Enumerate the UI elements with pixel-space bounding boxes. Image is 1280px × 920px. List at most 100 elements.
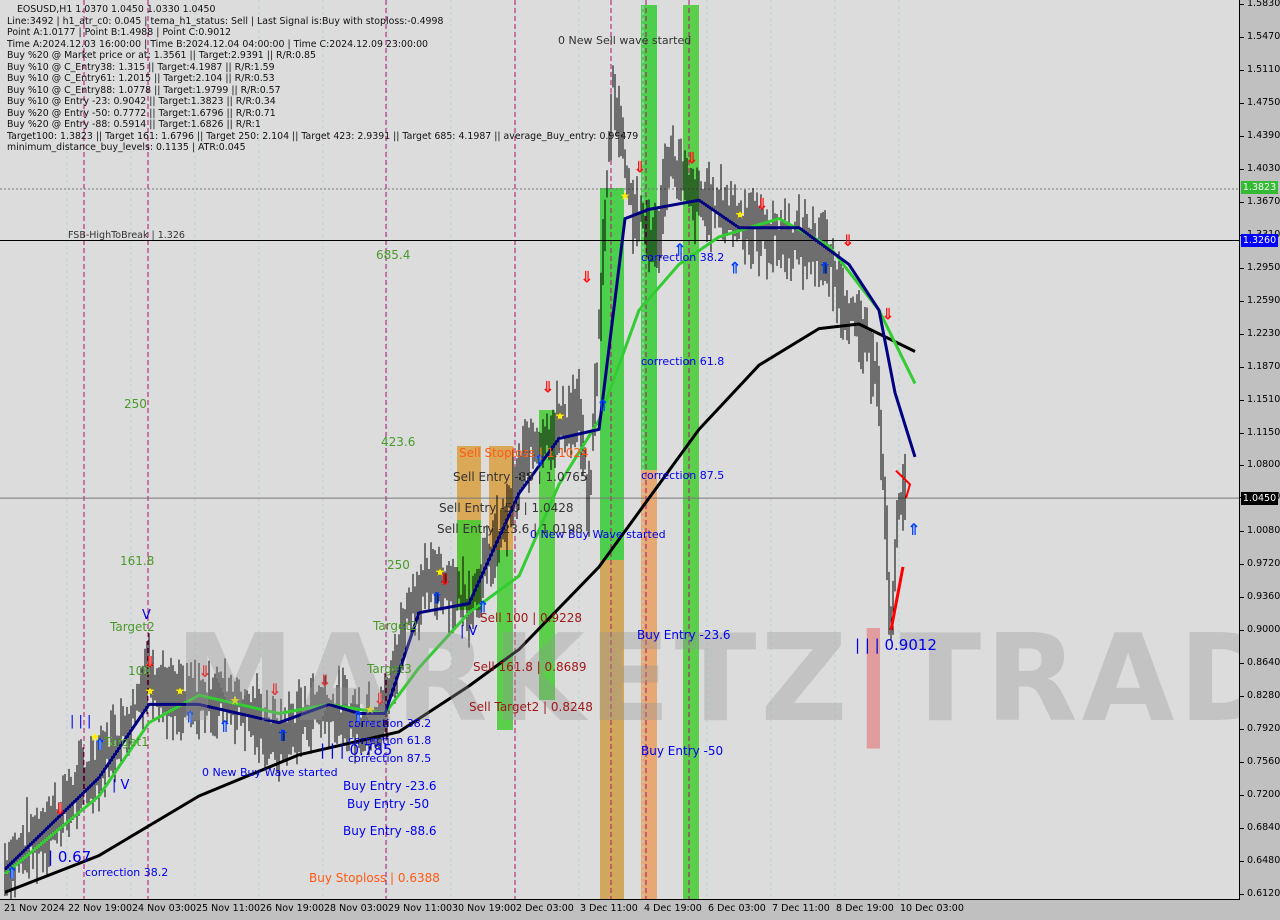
wave-label: V (142, 608, 151, 623)
price-tick: 1.5470 (1239, 30, 1280, 42)
buy-arrow-icon: ⇑ (818, 259, 831, 278)
time-tick: 21 Nov 2024 (4, 903, 65, 914)
info-line: Buy %20 @ Market price or at: 1.3561 || … (7, 50, 316, 61)
info-line: Buy %10 @ Entry -23: 0.9042 || Target:1.… (7, 96, 276, 107)
fsb-price-label: 1.3260 (1241, 234, 1278, 247)
star-icon: ★ (620, 189, 631, 203)
sell-arrow-icon: ⇓ (541, 378, 554, 397)
buy-entry-label: Buy Entry -50 (347, 797, 430, 811)
time-tick: 26 Nov 19:00 (260, 903, 325, 914)
current-price-label: 1.0450 (1241, 492, 1278, 505)
sell-arrow-icon: ⇓ (633, 158, 646, 177)
buy-arrow-icon: ⇑ (430, 589, 443, 608)
wave-label: | | | 0.785 (320, 741, 393, 759)
info-line: Buy %10 @ C_Entry61: 1.2015 || Target:2.… (7, 73, 275, 84)
sell-entry-label: Sell Entry -50 | 1.0428 (439, 501, 574, 515)
wave-label: | 0.67 (48, 848, 92, 866)
price-tick: 1.2230 (1239, 327, 1280, 339)
fib-label: 250 (124, 397, 147, 411)
indicator-info-panel: EOSUSD,H1 1.0370 1.0450 1.0330 1.0450 Li… (7, 4, 638, 154)
info-line: Point A:1.0177 | Point B:1.4988 | Point … (7, 27, 232, 38)
target-price-label: 1.3823 (1241, 181, 1278, 194)
price-tick: 1.5830 (1239, 0, 1280, 9)
buy-entry-label: Buy Entry -23.6 (637, 628, 731, 642)
price-tick: 0.9720 (1239, 558, 1280, 570)
time-tick: 6 Dec 03:00 (708, 903, 766, 914)
price-tick: 1.2590 (1239, 294, 1280, 306)
sell-arrow-icon: ⇓ (580, 268, 593, 287)
price-tick: 0.7920 (1239, 723, 1280, 734)
buy-arrow-icon: ⇑ (596, 396, 609, 415)
fsb-label: FSB-HighToBreak | 1.326 (68, 230, 185, 241)
info-line: Buy %10 @ C_Entry38: 1.315 || Target:4.1… (7, 61, 275, 73)
sell-target-label: Sell Target2 | 0.8248 (469, 700, 593, 714)
fib-label: 250 (387, 558, 410, 572)
price-tick: 1.1870 (1239, 360, 1280, 372)
wave-label: | | | (70, 714, 92, 729)
buy-wave-label: 0 New Buy Wave started (202, 766, 338, 779)
buy-entry-label: Buy Entry -23.6 (343, 779, 437, 793)
fib-label: 685.4 (376, 248, 411, 262)
buy-arrow-icon: ⇑ (728, 259, 741, 278)
symbol-ohlc: EOSUSD,H1 1.0370 1.0450 1.0330 1.0450 (17, 4, 216, 15)
star-icon: ★ (555, 409, 566, 423)
buy-entry-label: Buy Entry -50 (641, 744, 724, 758)
info-line: Time A:2024.12.03 16:00:00 | Time B:2024… (7, 38, 428, 50)
price-tick: 0.6840 (1239, 822, 1280, 833)
target-label: Target3 (367, 662, 412, 676)
info-line: minimum_distance_buy_levels: 0.1135 | AT… (7, 142, 246, 153)
sell-arrow-icon: ⇓ (53, 799, 66, 818)
fib-label: 161.8 (120, 554, 155, 568)
chart-window: MARKETZ|TRADE ⇓⇓⇓⇓⇓⇓⇓⇓⇓⇓⇓⇓⇓⇓⇑⇑⇑⇑⇑⇑⇑⇑⇑⇑⇑⇑… (0, 0, 1280, 920)
wave-label: | V (460, 624, 478, 639)
star-icon: ★ (735, 208, 746, 222)
time-tick: 8 Dec 19:00 (836, 903, 894, 914)
correction-label: correction 38.2 (348, 717, 432, 730)
fib-label: 423.6 (381, 435, 416, 449)
info-line: Buy %10 @ C_Entry88: 1.0778 || Target:1.… (7, 84, 281, 96)
target-label: Target2 (373, 619, 418, 633)
correction-label: correction 38.2 (85, 866, 169, 879)
star-icon: ★ (435, 565, 446, 579)
price-tick: 1.4390 (1239, 129, 1280, 141)
chart-plot-area[interactable]: MARKETZ|TRADE ⇓⇓⇓⇓⇓⇓⇓⇓⇓⇓⇓⇓⇓⇓⇑⇑⇑⇑⇑⇑⇑⇑⇑⇑⇑⇑… (0, 0, 1240, 900)
buy-stoploss-label: Buy Stoploss | 0.6388 (309, 871, 440, 885)
sell-entry-label: Sell Entry -88 | 1.0765 (453, 470, 588, 484)
info-line: Buy %20 @ Entry -88: 0.5914 || Target:1.… (7, 119, 261, 130)
price-tick: 0.9360 (1239, 591, 1280, 603)
sell-arrow-icon: ⇓ (881, 304, 894, 323)
time-tick: 22 Nov 19:00 (68, 903, 133, 914)
sell-arrow-icon: ⇓ (841, 231, 854, 250)
wave-label: | | | 0.9012 (855, 636, 937, 654)
time-tick: 29 Nov 11:00 (388, 903, 453, 914)
buy-arrow-icon: ⇑ (5, 864, 18, 883)
price-tick: 1.3670 (1239, 195, 1280, 207)
price-tick: 1.4750 (1239, 96, 1280, 108)
price-tick: 1.2950 (1239, 261, 1280, 273)
sell-target-label: Sell 100 | 0.9228 (480, 611, 583, 625)
info-line: Line:3492 | h1_atr_c0: 0.045 | tema_h1_s… (7, 15, 444, 27)
time-tick: 24 Nov 03:00 (132, 903, 197, 914)
sell-target-label: Sell 161.8 | 0.8689 (473, 660, 587, 674)
buy-arrow-icon: ⇑ (907, 520, 920, 539)
price-tick: 0.8640 (1239, 657, 1280, 669)
price-tick: 1.4030 (1239, 162, 1280, 174)
time-tick: 4 Dec 19:00 (644, 903, 702, 914)
price-tick: 1.0080 (1239, 525, 1280, 537)
time-tick: 3 Dec 11:00 (580, 903, 638, 914)
time-tick: 7 Dec 11:00 (772, 903, 830, 914)
price-tick: 1.5110 (1239, 63, 1280, 75)
sell-arrow-icon: ⇓ (755, 194, 768, 213)
price-tick: 0.7560 (1239, 756, 1280, 767)
correction-label: correction 87.5 (641, 469, 725, 482)
time-tick: 25 Nov 11:00 (196, 903, 261, 914)
price-tick: 1.0800 (1239, 459, 1280, 471)
target-label: Target1 (104, 735, 149, 749)
signal-zone (683, 5, 699, 899)
price-tick: 0.9000 (1239, 624, 1280, 636)
star-icon: ★ (90, 730, 101, 744)
info-line: Buy %20 @ Entry -50: 0.7772 || Target:1.… (7, 107, 276, 119)
sell-arrow-icon: ⇓ (685, 149, 698, 168)
time-tick: 30 Nov 19:00 (452, 903, 517, 914)
correction-label: correction 61.8 (641, 355, 725, 368)
